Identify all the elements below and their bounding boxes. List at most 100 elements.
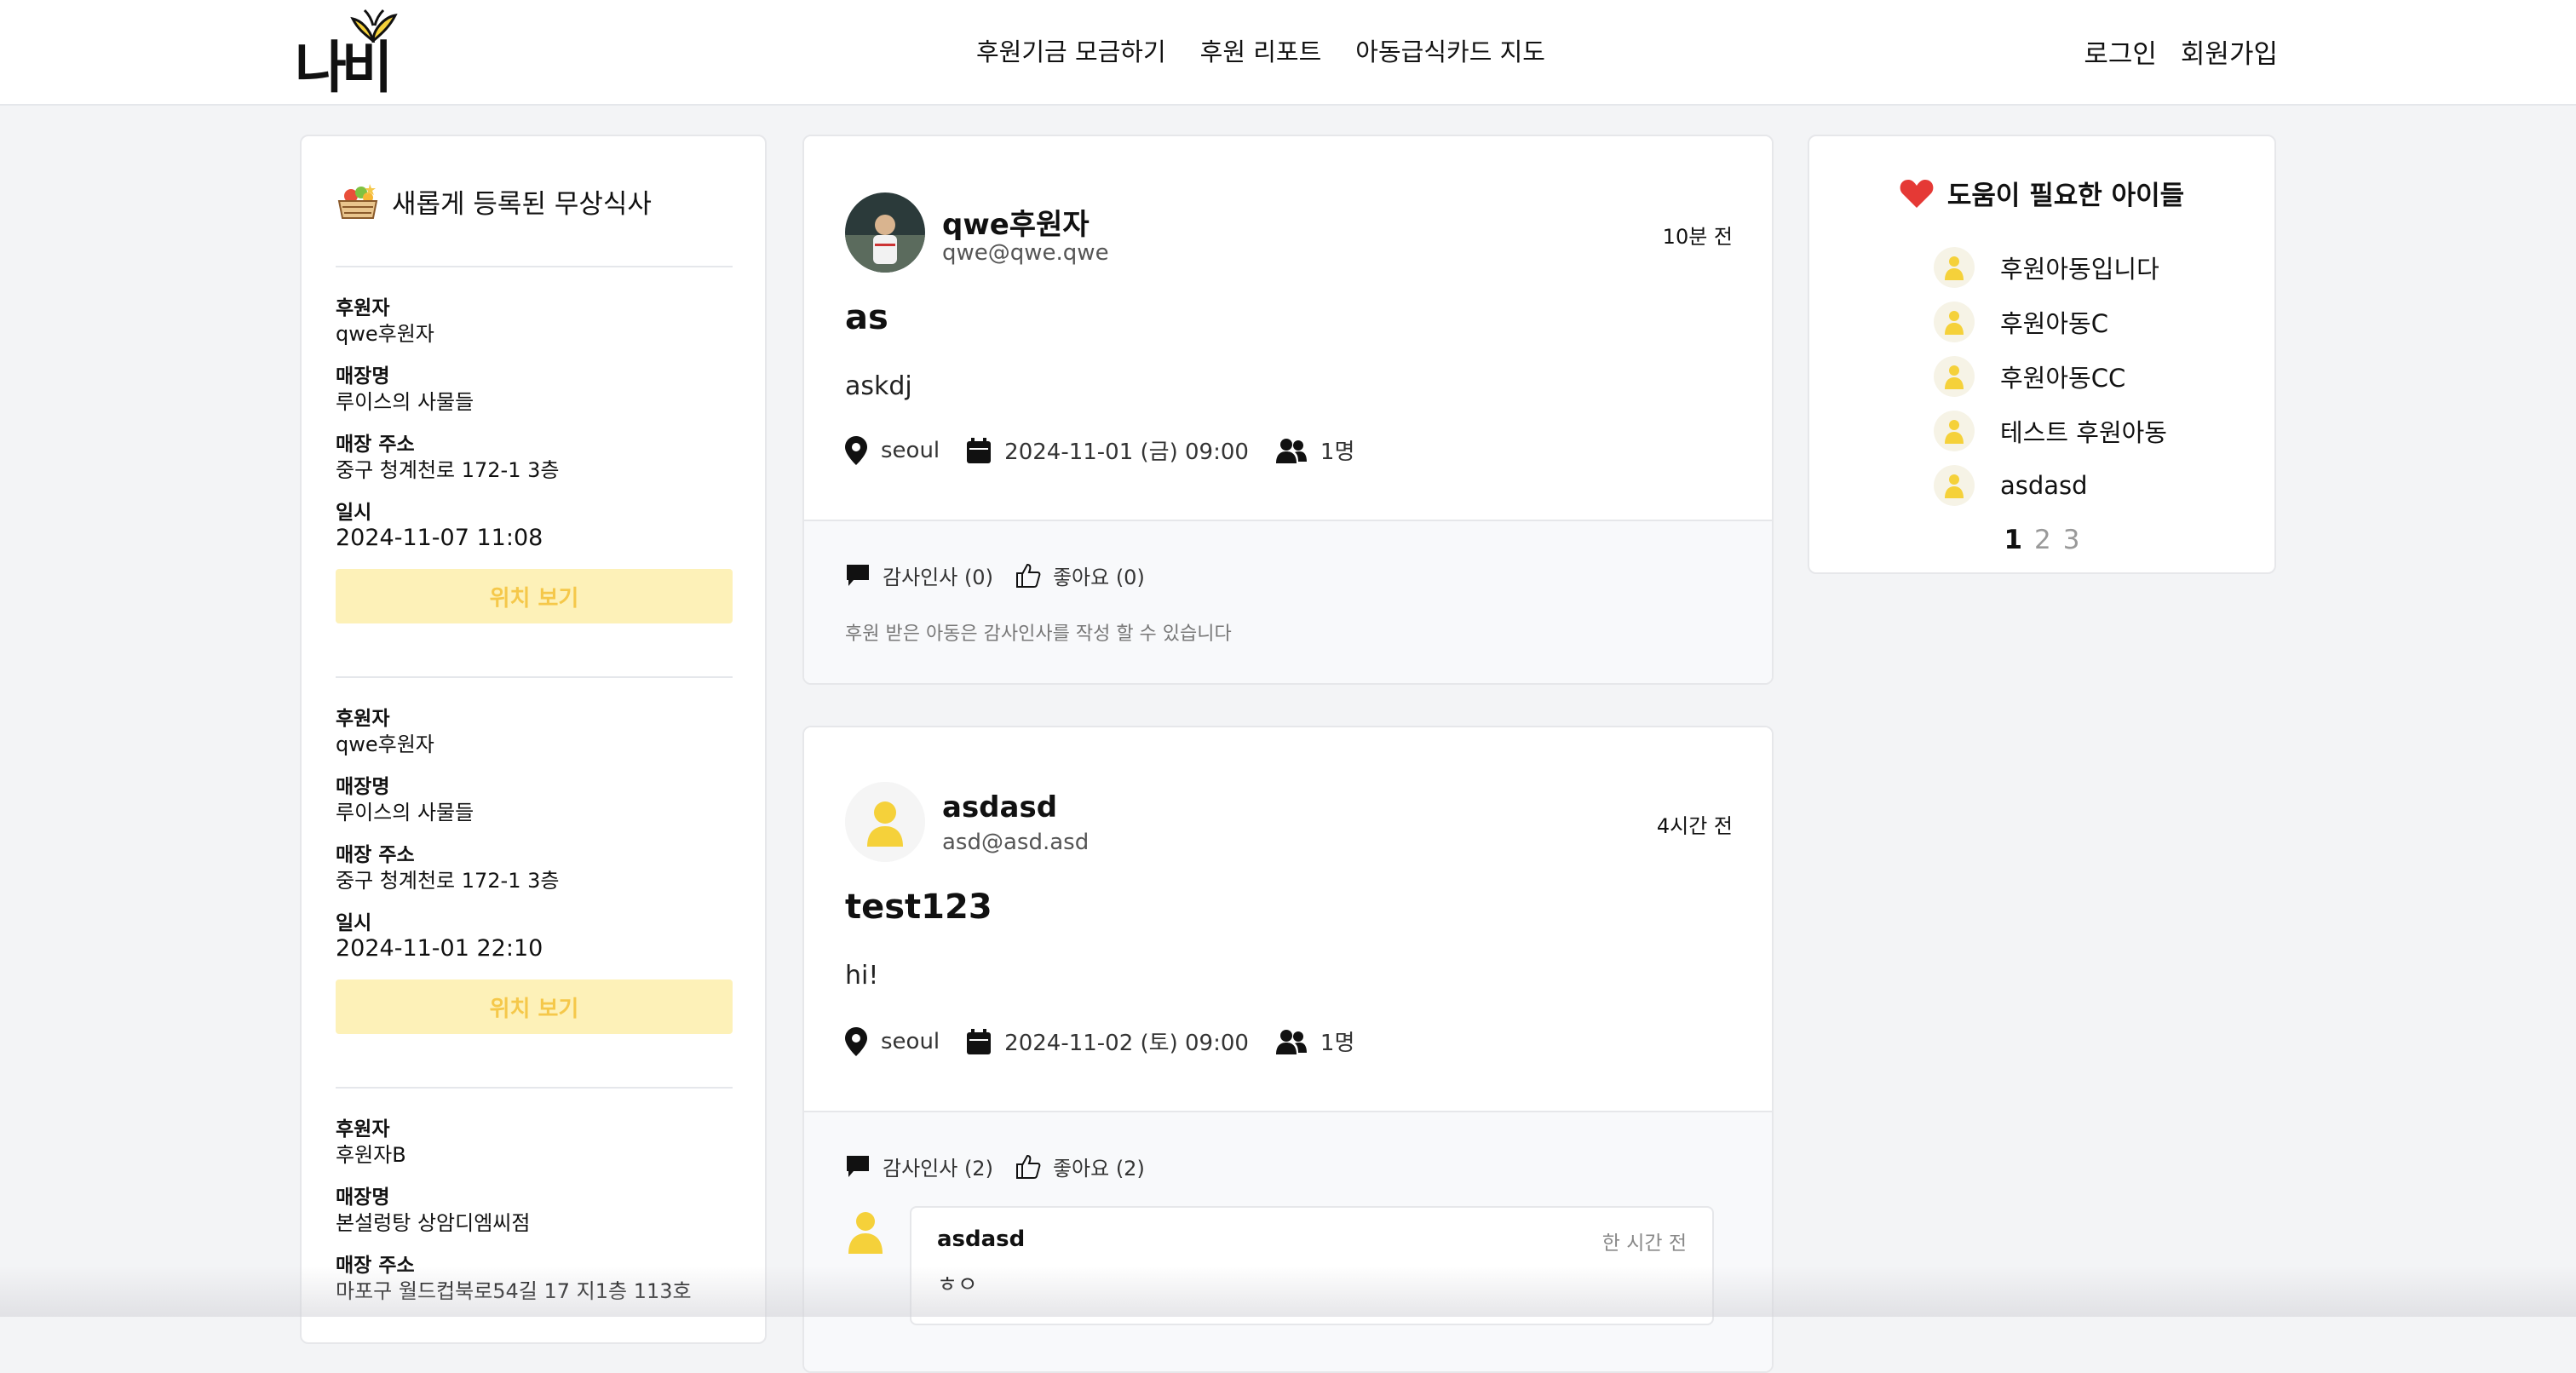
post-title: as <box>845 298 888 337</box>
store-value: 루이스의 사물들 <box>336 801 474 824</box>
post-meta: seoul 2024-11-01 (금) 09:00 1명 <box>845 434 1366 466</box>
panel-title: 새롭게 등록된 무상식사 <box>392 188 652 220</box>
thanks-button[interactable]: 감사인사 (0) <box>845 560 993 590</box>
date-value: 2024-11-07 11:08 <box>336 525 543 551</box>
comment-card: asdasd 한 시간 전 ㅎㅇ <box>910 1206 1714 1325</box>
thanks-count: 감사인사 (0) <box>883 566 993 589</box>
child-avatar <box>1934 411 1975 451</box>
post-body: askdj <box>845 371 912 401</box>
pagination: 1 2 3 <box>1809 525 2274 555</box>
child-avatar <box>1934 356 1975 397</box>
post-title: test123 <box>845 888 992 927</box>
heart-icon <box>1900 179 1934 208</box>
meal-item: 후원자 qwe후원자 매장명 루이스의 사물들 매장 주소 중구 청계천로 17… <box>336 707 733 1034</box>
date-label: 일시 <box>336 912 372 934</box>
child-name: 테스트 후원아동 <box>2000 418 2167 447</box>
post-card: qwe후원자 qwe@qwe.qwe 10분 전 as askdj seoul … <box>802 135 1774 685</box>
post-time: 10분 전 <box>1662 225 1733 249</box>
child-name: 후원아동CC <box>2000 364 2126 393</box>
thumbs-up-icon <box>1015 563 1041 588</box>
login-link[interactable]: 로그인 <box>2084 32 2157 71</box>
meal-item: 후원자 qwe후원자 매장명 루이스의 사물들 매장 주소 중구 청계천로 17… <box>336 296 733 623</box>
user-icon <box>845 782 925 862</box>
page-2[interactable]: 2 <box>2034 525 2051 555</box>
location-pin-icon <box>845 1026 867 1056</box>
divider <box>336 266 733 267</box>
signup-link[interactable]: 회원가입 <box>2181 32 2278 71</box>
commenter-user-icon <box>848 1212 883 1254</box>
thanks-note: 후원 받은 아동은 감사인사를 작성 할 수 있습니다 <box>845 623 1232 645</box>
location-pin-icon <box>845 435 867 465</box>
store-label: 매장명 <box>336 776 390 798</box>
divider <box>336 1087 733 1089</box>
date-text: 2024-11-02 (토) 09:00 <box>1004 1031 1249 1056</box>
main-nav: 후원기금 모금하기 후원 리포트 아동급식카드 지도 <box>976 32 1545 68</box>
store-value: 본설렁탕 상암디엠씨점 <box>336 1211 531 1235</box>
child-name: 후원아동입니다 <box>2000 255 2159 284</box>
post-time: 4시간 전 <box>1656 814 1733 838</box>
meal-item: 후원자 후원자B 매장명 본설렁탕 상암디엠씨점 매장 주소 마포구 월드컵북로… <box>336 1117 733 1322</box>
people-icon <box>1275 438 1307 463</box>
author-name: asdasd <box>942 790 1058 824</box>
address-value: 중구 청계천로 172-1 3층 <box>336 458 560 482</box>
sponsor-label: 후원자 <box>336 297 390 319</box>
child-item[interactable]: 테스트 후원아동 <box>1934 411 2167 451</box>
author-avatar[interactable] <box>845 782 925 862</box>
nav-report[interactable]: 후원 리포트 <box>1200 32 1322 68</box>
divider <box>336 676 733 678</box>
nav-fundraising[interactable]: 후원기금 모금하기 <box>976 32 1166 68</box>
photo-avatar-icon <box>845 192 925 273</box>
author-email: asd@asd.asd <box>942 830 1090 855</box>
child-name: asdasd <box>2000 471 2088 500</box>
logo[interactable]: 나비 <box>295 9 398 101</box>
address-label: 매장 주소 <box>336 434 415 456</box>
child-item[interactable]: 후원아동CC <box>1934 356 2125 397</box>
address-label: 매장 주소 <box>336 1255 415 1277</box>
sponsor-value: 후원자B <box>336 1143 406 1167</box>
child-avatar <box>1934 247 1975 288</box>
calendar-icon <box>967 1028 992 1054</box>
like-button[interactable]: 좋아요 (0) <box>1015 560 1145 590</box>
user-icon <box>1945 365 1964 389</box>
post-card: asdasd asd@asd.asd 4시간 전 test123 hi! seo… <box>802 726 1774 1373</box>
child-item[interactable]: 후원아동입니다 <box>1934 247 2159 288</box>
child-avatar <box>1934 302 1975 342</box>
comment-author: asdasd <box>937 1227 1026 1252</box>
nav-card-map[interactable]: 아동급식카드 지도 <box>1355 32 1545 68</box>
page-3[interactable]: 3 <box>2063 525 2080 555</box>
speech-bubble-icon <box>847 564 869 586</box>
post-actions: 감사인사 (0) 좋아요 (0) <box>845 560 1157 590</box>
author-avatar[interactable] <box>845 192 925 273</box>
date-value: 2024-11-01 22:10 <box>336 935 543 962</box>
user-icon <box>1945 256 1964 280</box>
date-text: 2024-11-01 (금) 09:00 <box>1004 439 1249 465</box>
auth-links: 로그인 회원가입 <box>2084 32 2278 71</box>
child-name: 후원아동C <box>2000 309 2108 338</box>
view-location-button[interactable]: 위치 보기 <box>336 979 733 1034</box>
likes-count: 좋아요 (2) <box>1052 1157 1145 1181</box>
like-button[interactable]: 좋아요 (2) <box>1015 1152 1145 1181</box>
post-actions: 감사인사 (2) 좋아요 (2) <box>845 1152 1157 1181</box>
people-count: 1명 <box>1320 439 1355 465</box>
child-item[interactable]: asdasd <box>1934 465 2088 506</box>
child-item[interactable]: 후원아동C <box>1934 302 2108 342</box>
comment-time: 한 시간 전 <box>1601 1232 1687 1255</box>
store-label: 매장명 <box>336 1186 390 1209</box>
user-icon <box>1945 474 1964 498</box>
page-1[interactable]: 1 <box>2004 525 2022 555</box>
view-location-button[interactable]: 위치 보기 <box>336 569 733 623</box>
author-email: qwe@qwe.qwe <box>942 240 1109 266</box>
user-icon <box>1945 311 1964 335</box>
calendar-icon <box>967 437 992 463</box>
date-label: 일시 <box>336 502 372 524</box>
comment-text: ㅎㅇ <box>937 1272 978 1298</box>
thumbs-up-icon <box>1015 1154 1041 1179</box>
top-header: 나비 후원기금 모금하기 후원 리포트 아동급식카드 지도 로그인 회원가입 <box>0 0 2576 106</box>
address-label: 매장 주소 <box>336 844 415 866</box>
food-basket-icon <box>337 184 378 219</box>
panel-title: 도움이 필요한 아이들 <box>1946 181 2185 211</box>
speech-bubble-icon <box>847 1155 869 1177</box>
thanks-button[interactable]: 감사인사 (2) <box>845 1152 993 1181</box>
address-value: 마포구 월드컵북로54길 17 지1층 113호 <box>336 1279 692 1303</box>
butterfly-icon <box>350 9 398 43</box>
